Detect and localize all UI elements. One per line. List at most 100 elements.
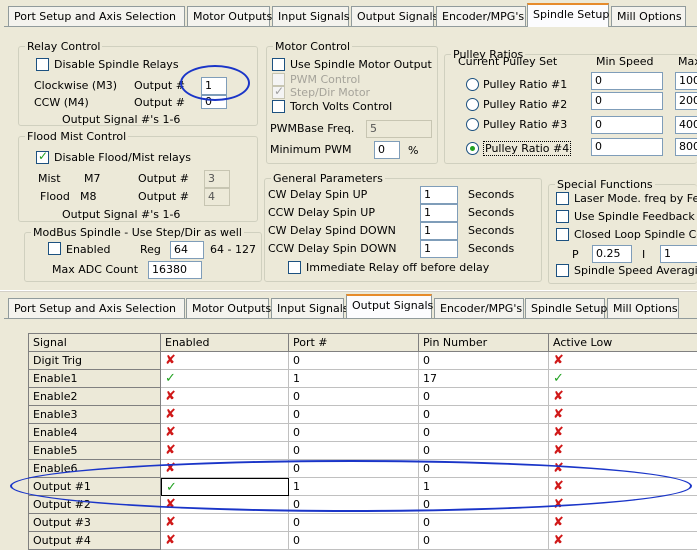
- pwmbase-input[interactable]: 5: [366, 120, 432, 138]
- port-cell[interactable]: 0: [289, 460, 419, 478]
- disable-flood-mist-checkbox[interactable]: [36, 149, 49, 164]
- port-cell[interactable]: 0: [289, 352, 419, 370]
- enabled-cell[interactable]: ✘: [161, 406, 289, 424]
- port-cell[interactable]: 0: [289, 424, 419, 442]
- cw-delay-up-input[interactable]: 1: [420, 186, 458, 204]
- grid-header-port[interactable]: Port #: [289, 334, 419, 352]
- enabled-cell[interactable]: ✘: [161, 424, 289, 442]
- step-dir-motor-checkbox[interactable]: [272, 84, 285, 99]
- laser-mode-checkbox[interactable]: [556, 192, 569, 205]
- tab-port-setup[interactable]: Port Setup and Axis Selection: [8, 6, 185, 26]
- bottom-tab-encoder-mpg[interactable]: Encoder/MPG's: [434, 298, 524, 318]
- bottom-tab-spindle-setup[interactable]: Spindle Setup: [525, 298, 607, 318]
- active-low-cell[interactable]: ✘: [549, 406, 697, 424]
- modbus-enabled-checkbox[interactable]: [48, 242, 61, 255]
- enabled-cell[interactable]: ✘: [161, 514, 289, 532]
- pin-cell[interactable]: 0: [419, 352, 549, 370]
- immediate-relay-checkbox[interactable]: [288, 261, 301, 274]
- closed-loop-checkbox[interactable]: [556, 228, 569, 241]
- bottom-tab-motor-outputs[interactable]: Motor Outputs: [186, 298, 271, 318]
- enabled-cell[interactable]: ✘: [161, 532, 289, 550]
- active-low-cell[interactable]: ✘: [549, 442, 697, 460]
- pin-cell[interactable]: 17: [419, 370, 549, 388]
- pulley-ratio-1-radio[interactable]: [466, 78, 479, 91]
- pulley-ratio-2-max[interactable]: 2000: [675, 92, 697, 110]
- speed-averaging-checkbox[interactable]: [556, 264, 569, 277]
- pin-cell[interactable]: 0: [419, 496, 549, 514]
- bottom-tab-port-setup[interactable]: Port Setup and Axis Selection: [8, 298, 185, 318]
- enabled-cell[interactable]: ✘: [161, 442, 289, 460]
- i-input[interactable]: 1: [660, 245, 697, 263]
- torch-volts-checkbox[interactable]: [272, 100, 285, 113]
- enabled-cell[interactable]: ✘: [161, 352, 289, 370]
- pin-cell[interactable]: 0: [419, 424, 549, 442]
- port-cell[interactable]: 0: [289, 496, 419, 514]
- port-cell[interactable]: 0: [289, 514, 419, 532]
- disable-spindle-relays-checkbox[interactable]: [36, 58, 49, 71]
- enabled-cell[interactable]: ✓: [161, 370, 289, 388]
- pin-cell[interactable]: 0: [419, 388, 549, 406]
- active-low-cell[interactable]: ✘: [549, 424, 697, 442]
- ccw-output-input[interactable]: 0: [201, 95, 227, 109]
- grid-header-pin[interactable]: Pin Number: [419, 334, 549, 352]
- modbus-reg-input[interactable]: 64: [170, 241, 204, 259]
- flood-output-input[interactable]: 4: [204, 188, 230, 206]
- enabled-cell[interactable]: ✓: [161, 478, 289, 496]
- port-cell[interactable]: 0: [289, 388, 419, 406]
- active-low-cell[interactable]: ✘: [549, 352, 697, 370]
- grid-header-active-low[interactable]: Active Low: [549, 334, 697, 352]
- pin-cell[interactable]: 0: [419, 442, 549, 460]
- tab-mill-options[interactable]: Mill Options: [611, 6, 686, 26]
- port-cell[interactable]: 0: [289, 532, 419, 550]
- enabled-cell[interactable]: ✘: [161, 496, 289, 514]
- pin-cell[interactable]: 0: [419, 460, 549, 478]
- pin-cell[interactable]: 0: [419, 514, 549, 532]
- mist-output-input[interactable]: 3: [204, 170, 230, 188]
- active-low-cell[interactable]: ✘: [549, 460, 697, 478]
- tab-input-signals[interactable]: Input Signals: [272, 6, 350, 26]
- port-cell[interactable]: 1: [289, 478, 419, 496]
- grid-header-signal[interactable]: Signal: [29, 334, 161, 352]
- port-cell[interactable]: 1: [289, 370, 419, 388]
- pulley-ratio-4-radio[interactable]: [466, 142, 479, 155]
- pulley-ratio-3-radio[interactable]: [466, 118, 479, 131]
- spindle-feedback-checkbox[interactable]: [556, 210, 569, 223]
- tab-motor-outputs[interactable]: Motor Outputs: [187, 6, 272, 26]
- ccw-delay-down-input[interactable]: 1: [420, 240, 458, 258]
- pulley-ratio-3-min[interactable]: 0: [591, 116, 663, 134]
- pulley-ratio-2-min[interactable]: 0: [591, 92, 663, 110]
- enabled-cell[interactable]: ✘: [161, 388, 289, 406]
- tab-encoder-mpg[interactable]: Encoder/MPG's: [436, 6, 526, 26]
- pulley-ratio-1-max[interactable]: 1000: [675, 72, 697, 90]
- enabled-cell[interactable]: ✘: [161, 460, 289, 478]
- active-low-cell[interactable]: ✓: [549, 370, 697, 388]
- active-low-cell[interactable]: ✘: [549, 532, 697, 550]
- p-input[interactable]: 0.25: [592, 245, 632, 263]
- bottom-tab-input-signals[interactable]: Input Signals: [271, 298, 349, 318]
- max-adc-input[interactable]: 16380: [148, 261, 202, 279]
- pulley-ratio-1-min[interactable]: 0: [591, 72, 663, 90]
- pulley-ratio-2-radio[interactable]: [466, 98, 479, 111]
- use-spindle-motor-checkbox[interactable]: [272, 58, 285, 71]
- minimum-pwm-input[interactable]: 0: [374, 141, 400, 159]
- pin-cell[interactable]: 1: [419, 478, 549, 496]
- active-low-cell[interactable]: ✘: [549, 388, 697, 406]
- active-low-cell[interactable]: ✘: [549, 478, 697, 496]
- tab-output-signals[interactable]: Output Signals: [351, 6, 438, 26]
- port-cell[interactable]: 0: [289, 442, 419, 460]
- ccw-delay-up-input[interactable]: 1: [420, 204, 458, 222]
- port-cell[interactable]: 0: [289, 406, 419, 424]
- pulley-ratio-4-min[interactable]: 0: [591, 138, 663, 156]
- bottom-tab-output-signals[interactable]: Output Signals: [346, 294, 433, 318]
- cw-delay-down-input[interactable]: 1: [420, 222, 458, 240]
- grid-header-enabled[interactable]: Enabled: [161, 334, 289, 352]
- active-low-cell[interactable]: ✘: [549, 514, 697, 532]
- tab-spindle-setup[interactable]: Spindle Setup: [527, 3, 609, 27]
- active-low-cell[interactable]: ✘: [549, 496, 697, 514]
- pulley-ratio-3-max[interactable]: 4000: [675, 116, 697, 134]
- pulley-ratio-4-max[interactable]: 8000: [675, 138, 697, 156]
- cw-output-input[interactable]: 1: [201, 77, 227, 95]
- pin-cell[interactable]: 0: [419, 406, 549, 424]
- bottom-tab-mill-options[interactable]: Mill Options: [607, 298, 679, 318]
- pin-cell[interactable]: 0: [419, 532, 549, 550]
